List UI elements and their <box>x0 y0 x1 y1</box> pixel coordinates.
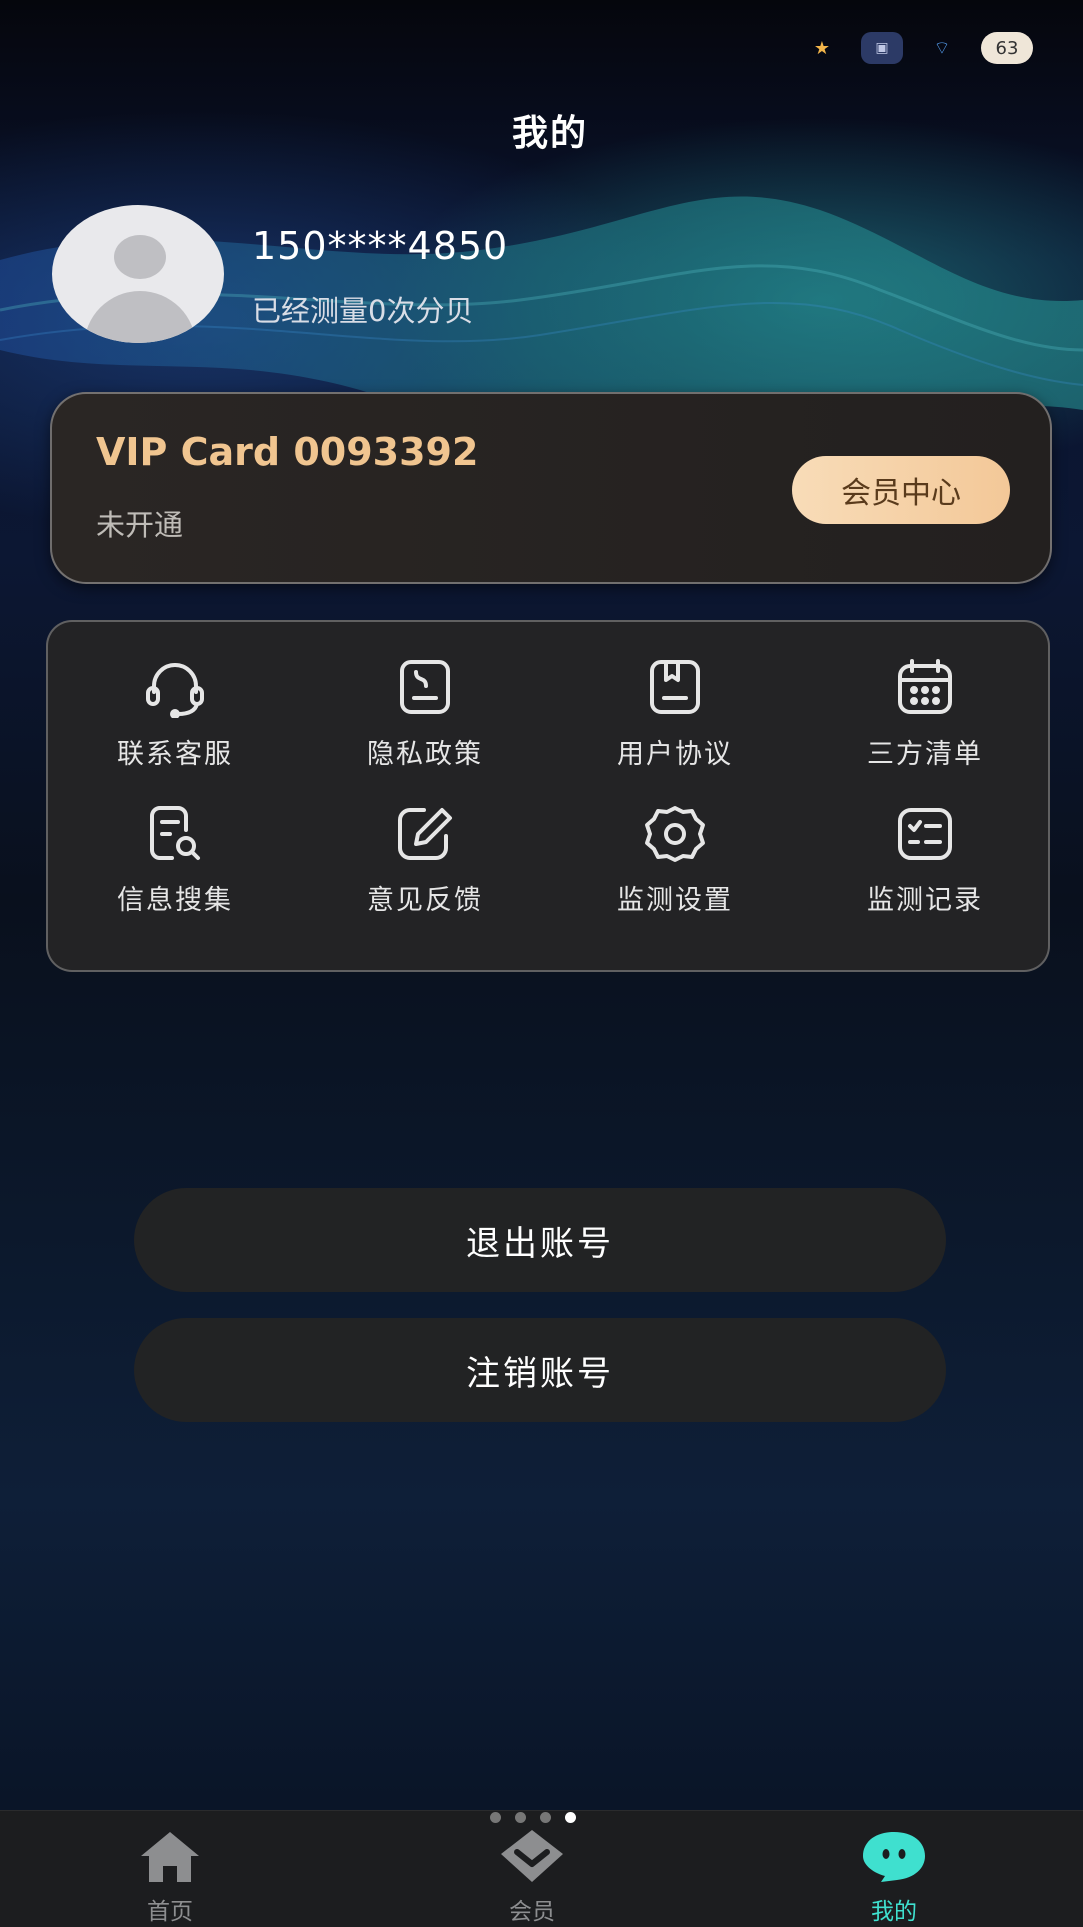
tab-label: 我的 <box>871 1899 917 1925</box>
page-dot <box>540 1812 551 1823</box>
document-icon <box>400 660 450 714</box>
search-document-icon <box>150 806 200 860</box>
menu-item-customer-service[interactable]: 联系客服 <box>50 658 300 808</box>
tab-mine[interactable]: 我的 <box>814 1828 974 1926</box>
calendar-icon <box>898 659 952 714</box>
tab-label: 会员 <box>509 1899 555 1925</box>
menu-item-monitor-records[interactable]: 监测记录 <box>800 804 1050 954</box>
menu-item-label: 监测设置 <box>617 885 733 916</box>
vip-card-status: 未开通 <box>96 508 184 542</box>
menu-item-label: 监测记录 <box>867 885 983 916</box>
user-phone: 150****4850 <box>252 224 509 268</box>
star-badge-icon: ★ <box>813 37 831 59</box>
menu-item-label: 三方清单 <box>867 739 983 770</box>
headset-icon <box>146 663 204 718</box>
home-icon <box>141 1832 199 1882</box>
menu-item-feedback[interactable]: 意见反馈 <box>300 804 550 954</box>
page-title: 我的 <box>511 113 588 154</box>
sim-card-icon: ▣ <box>861 32 903 64</box>
tab-label: 首页 <box>147 1899 193 1925</box>
menu-item-user-agreement[interactable]: 用户协议 <box>550 658 800 808</box>
page-indicator <box>490 1812 576 1823</box>
logout-button[interactable]: 退出账号 <box>134 1188 946 1292</box>
status-bar: ★ ▣ ⌔ 63 <box>801 32 1033 64</box>
tab-home[interactable]: 首页 <box>90 1828 250 1926</box>
page-dot <box>490 1812 501 1823</box>
measure-count-text: 已经测量0次分贝 <box>252 294 474 328</box>
tab-member[interactable]: 会员 <box>452 1828 612 1926</box>
delete-account-button[interactable]: 注销账号 <box>134 1318 946 1422</box>
menu-item-label: 联系客服 <box>117 739 233 770</box>
edit-icon <box>398 808 452 860</box>
agreement-icon <box>650 660 700 714</box>
menu-grid: 联系客服 隐私政策 用户协议 三方清单 信息搜集 意见反馈 监测设置 监测记录 <box>46 620 1050 972</box>
avatar[interactable] <box>52 205 224 343</box>
menu-item-third-party-list[interactable]: 三方清单 <box>800 658 1050 808</box>
page-dot <box>515 1812 526 1823</box>
wifi-mascot-icon: ⌔ <box>933 37 951 59</box>
menu-item-info-collection[interactable]: 信息搜集 <box>50 804 300 954</box>
chat-bubble-icon <box>863 1832 925 1882</box>
vip-card-title: VIP Card 0093392 <box>96 430 479 474</box>
menu-item-label: 信息搜集 <box>117 885 233 916</box>
gear-icon <box>645 806 705 862</box>
member-icon <box>501 1830 563 1882</box>
menu-item-label: 意见反馈 <box>367 885 483 916</box>
menu-item-privacy-policy[interactable]: 隐私政策 <box>300 658 550 808</box>
page-dot-active <box>565 1812 576 1823</box>
avatar-head-shape <box>114 235 166 279</box>
menu-item-label: 隐私政策 <box>367 739 483 770</box>
menu-item-label: 用户协议 <box>617 739 733 770</box>
vip-card: VIP Card 0093392 未开通 会员中心 <box>50 392 1052 584</box>
avatar-body-shape <box>84 291 196 343</box>
checklist-icon <box>898 808 952 860</box>
menu-item-monitor-settings[interactable]: 监测设置 <box>550 804 800 954</box>
battery-level: 63 <box>995 37 1019 59</box>
battery-icon: 63 <box>981 32 1033 64</box>
member-center-button[interactable]: 会员中心 <box>792 456 1010 524</box>
